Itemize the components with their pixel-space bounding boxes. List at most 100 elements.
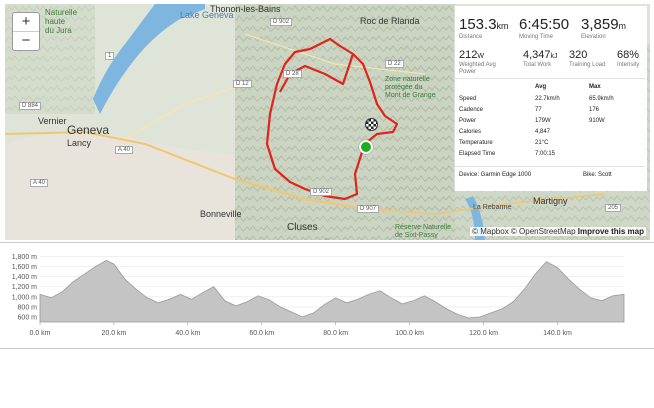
row-label: Cadence — [459, 107, 484, 113]
road-a40-1: A 40 — [115, 146, 134, 154]
road-d907: D 907 — [357, 205, 380, 213]
row-max: 176 — [589, 107, 600, 113]
label-zone: Zone naturelle protégée du Mont de Grang… — [385, 76, 436, 99]
label-rebarme: La Rebarme — [473, 204, 512, 211]
row-label: Elapsed Time — [459, 151, 496, 157]
total-work-number: 4,347 — [523, 49, 551, 61]
x-tick-label: 60.0 km — [249, 330, 274, 337]
elevation-number: 3,859 — [581, 16, 619, 33]
start-marker[interactable] — [359, 140, 373, 154]
y-tick-label: 1,200 m — [12, 284, 37, 291]
label-vernier: Vernier — [38, 116, 67, 126]
mapbox-link[interactable]: © Mapbox — [472, 227, 509, 236]
road-1: 1 — [105, 52, 115, 60]
zoom-out-button[interactable]: − — [13, 32, 39, 50]
y-tick-label: 800 m — [18, 304, 38, 311]
x-tick-label: 20.0 km — [101, 330, 126, 337]
weighted-power-value: 212W — [459, 49, 484, 61]
row-label: Temperature — [459, 140, 493, 146]
distance-value: 153.3km — [459, 16, 509, 33]
device-text: Device: Garmin Edge 1000 — [459, 172, 532, 178]
elevation-unit: m — [618, 21, 627, 31]
total-work-label: Total Work — [523, 62, 552, 68]
y-tick-label: 1,600 m — [12, 264, 37, 271]
label-lancy: Lancy — [67, 138, 92, 148]
road-a40-2: A 40 — [30, 179, 49, 187]
stats-row-calories: Calories 4,847 — [459, 129, 641, 139]
label-thonon: Thonon-les-Bains — [210, 4, 281, 14]
row-label: Power — [459, 118, 477, 124]
distance-label: Distance — [459, 34, 483, 40]
elevation-label: Elevation — [581, 34, 606, 40]
road-d884: D 884 — [19, 102, 42, 110]
stats-row-elapsed: Elapsed Time 7:00:15 — [459, 151, 641, 161]
intensity-label: Intensity — [617, 62, 640, 68]
row-avg: 21°C — [535, 140, 549, 146]
road-d902-mid: D 902 — [310, 188, 333, 196]
label-cluses: Cluses — [287, 222, 318, 233]
x-tick-label: 120.0 km — [469, 330, 498, 337]
row-avg: 4,847 — [535, 129, 551, 135]
label-reserve: Réserve Naturelle de Sixt-Passy — [395, 224, 452, 239]
map-chart-divider — [0, 242, 654, 243]
osm-link[interactable]: © OpenStreetMap — [511, 227, 576, 236]
row-avg: 77 — [535, 107, 542, 113]
weighted-power-number: 212 — [459, 49, 478, 61]
row-max: 65.9km/h — [589, 96, 614, 102]
stats-row-temperature: Temperature 21°C — [459, 140, 641, 150]
stats-table-header: Avg Max — [459, 84, 641, 94]
row-label: Calories — [459, 129, 482, 135]
y-tick-label: 1,000 m — [12, 294, 37, 301]
road-d902: D 902 — [270, 18, 293, 26]
label-jura: Naturelle haute du Jura — [45, 8, 78, 35]
stats-row-power: Power 179W 910W — [459, 118, 641, 128]
elevation-x-axis: 0.0 km 20.0 km 40.0 km 60.0 km 80.0 km 100.0 … — [29, 322, 572, 337]
zoom-in-button[interactable]: + — [13, 13, 39, 32]
zoom-control: + − — [12, 12, 40, 51]
chart-bottom-line — [0, 348, 654, 349]
elevation-chart[interactable]: 1,800 m 1,600 m 1,400 m 1,200 m 1,000 m 800 m… — [0, 244, 654, 344]
road-205: 205 — [605, 204, 622, 212]
total-work-unit: kJ — [550, 53, 558, 60]
total-work-value: 4,347kJ — [523, 49, 558, 61]
road-d22: D 22 — [385, 60, 404, 68]
elevation-value: 3,859m — [581, 16, 626, 33]
x-tick-label: 40.0 km — [175, 330, 200, 337]
x-tick-label: 0.0 km — [29, 330, 50, 337]
distance-number: 153.3 — [459, 16, 497, 33]
stats-row-cadence: Cadence 77 176 — [459, 107, 641, 117]
row-label: Speed — [459, 96, 477, 102]
training-load-value: 320 — [569, 49, 588, 61]
elevation-area — [39, 260, 625, 323]
stats-divider-2 — [455, 166, 645, 167]
avg-header: Avg — [535, 84, 547, 90]
label-martigny: Martigny — [533, 196, 568, 206]
x-tick-label: 140.0 km — [543, 330, 572, 337]
intensity-value: 68% — [617, 49, 640, 61]
moving-time-label: Moving Time — [519, 34, 554, 40]
stats-row-speed: Speed 22.7km/h 65.9km/h — [459, 96, 641, 106]
moving-time-value: 6:45:50 — [519, 16, 570, 33]
row-avg: 179W — [535, 118, 551, 124]
road-d28: D 28 — [283, 70, 302, 78]
x-tick-label: 80.0 km — [323, 330, 348, 337]
training-load-label: Training Load — [569, 62, 606, 68]
label-roc: Roc de Rlanda — [360, 16, 420, 26]
label-geneva: Geneva — [67, 123, 110, 137]
elevation-y-axis: 1,800 m 1,600 m 1,400 m 1,200 m 1,000 m 800 m… — [12, 254, 37, 321]
improve-map-link[interactable]: Improve this map — [578, 227, 644, 236]
finish-flag-marker[interactable] — [365, 118, 378, 131]
y-tick-label: 1,800 m — [12, 254, 37, 261]
max-header: Max — [589, 84, 601, 90]
label-bonneville: Bonneville — [200, 209, 242, 219]
distance-unit: km — [496, 21, 509, 31]
weighted-power-unit: W — [477, 53, 484, 60]
stats-panel: 153.3km Distance 6:45:50 Moving Time 3,8… — [454, 6, 647, 191]
row-avg: 7:00:15 — [535, 151, 556, 157]
road-d12: D 12 — [233, 80, 252, 88]
x-tick-label: 100.0 km — [395, 330, 424, 337]
y-tick-label: 600 m — [18, 314, 38, 321]
row-max: 910W — [589, 118, 605, 124]
stats-divider-1 — [455, 78, 645, 79]
device-row: Device: Garmin Edge 1000 Bike: Scott — [459, 172, 641, 182]
